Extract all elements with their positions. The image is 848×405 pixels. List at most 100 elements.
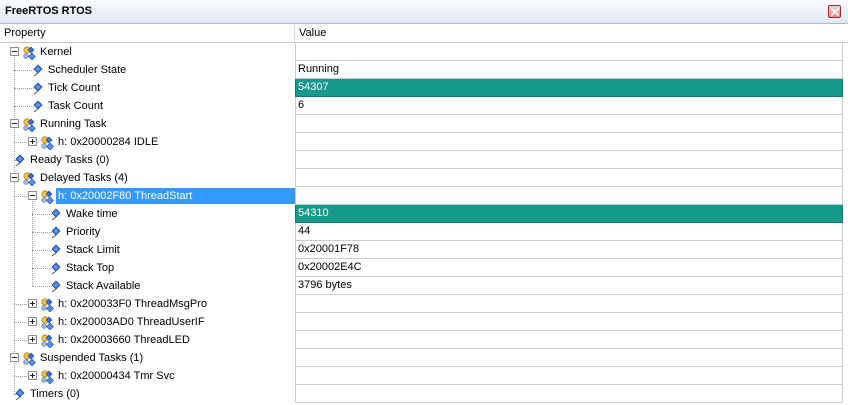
group-icon bbox=[40, 332, 56, 349]
window-title: FreeRTOS RTOS bbox=[5, 5, 93, 17]
property-icon bbox=[48, 206, 64, 222]
value-cell[interactable] bbox=[295, 385, 843, 403]
tree-property-row[interactable]: Tick Count 54307 bbox=[0, 79, 848, 97]
property-label[interactable]: h: 0x20000284 IDLE bbox=[56, 134, 160, 150]
property-cell: h: 0x20000434 Tmr Svc bbox=[0, 367, 295, 385]
tree-group-row[interactable]: Delayed Tasks (4) bbox=[0, 169, 848, 187]
property-cell: Wake time bbox=[0, 205, 295, 223]
value-cell[interactable]: 44 bbox=[295, 223, 843, 241]
tree-group-row[interactable]: h: 0x20000284 IDLE bbox=[0, 133, 848, 151]
tree-property-row[interactable]: Stack Available 3796 bytes bbox=[0, 277, 848, 295]
value-cell[interactable] bbox=[295, 367, 843, 385]
property-icon bbox=[48, 224, 64, 240]
property-label[interactable]: Kernel bbox=[38, 44, 74, 60]
value-cell[interactable] bbox=[295, 43, 843, 61]
property-label[interactable]: h: 0x20002F80 ThreadStart bbox=[56, 188, 295, 204]
value-cell[interactable] bbox=[295, 169, 843, 187]
tree-group-row[interactable]: h: 0x20003660 ThreadLED bbox=[0, 331, 848, 349]
group-icon bbox=[22, 44, 38, 61]
property-label[interactable]: h: 0x200033F0 ThreadMsgPro bbox=[56, 296, 209, 312]
value-cell[interactable] bbox=[295, 331, 843, 349]
value-cell[interactable]: 6 bbox=[295, 97, 843, 115]
collapse-toggle[interactable] bbox=[10, 119, 19, 128]
value-cell[interactable] bbox=[295, 313, 843, 331]
tree-property-row[interactable]: Ready Tasks (0) bbox=[0, 151, 848, 169]
property-label[interactable]: Suspended Tasks (1) bbox=[38, 350, 145, 366]
title-bar: FreeRTOS RTOS bbox=[0, 0, 848, 24]
tree-group-row[interactable]: h: 0x20003AD0 ThreadUserIF bbox=[0, 313, 848, 331]
property-label[interactable]: Stack Top bbox=[64, 260, 116, 276]
property-cell: h: 0x20000284 IDLE bbox=[0, 133, 295, 151]
value-cell[interactable]: 54307 bbox=[295, 79, 843, 97]
property-label[interactable]: Stack Available bbox=[64, 278, 142, 294]
property-cell: h: 0x20003AD0 ThreadUserIF bbox=[0, 313, 295, 331]
value-cell[interactable] bbox=[295, 151, 843, 169]
tree-property-row[interactable]: Scheduler State Running bbox=[0, 61, 848, 79]
value-cell[interactable] bbox=[295, 349, 843, 367]
property-icon bbox=[12, 152, 28, 168]
close-button[interactable] bbox=[828, 5, 841, 18]
value-cell[interactable]: 0x20002E4C bbox=[295, 259, 843, 277]
property-label[interactable]: Delayed Tasks (4) bbox=[38, 170, 130, 186]
tree-property-row[interactable]: Task Count 6 bbox=[0, 97, 848, 115]
group-icon bbox=[40, 188, 56, 205]
tree-group-row[interactable]: Running Task bbox=[0, 115, 848, 133]
expand-toggle[interactable] bbox=[28, 137, 37, 146]
tree-group-row[interactable]: h: 0x20000434 Tmr Svc bbox=[0, 367, 848, 385]
tree-group-row[interactable]: Kernel bbox=[0, 43, 848, 61]
value-cell[interactable]: Running bbox=[295, 61, 843, 79]
property-label[interactable]: Wake time bbox=[64, 206, 120, 222]
property-label[interactable]: Scheduler State bbox=[46, 62, 128, 78]
tree-group-row[interactable]: h: 0x200033F0 ThreadMsgPro bbox=[0, 295, 848, 313]
column-header-value[interactable]: Value bbox=[295, 24, 848, 42]
value-cell[interactable]: 0x20001F78 bbox=[295, 241, 843, 259]
tree-group-row[interactable]: h: 0x20002F80 ThreadStart bbox=[0, 187, 848, 205]
property-label[interactable]: Tick Count bbox=[46, 80, 102, 96]
expand-toggle[interactable] bbox=[28, 335, 37, 344]
property-icon bbox=[48, 260, 64, 276]
property-cell: Running Task bbox=[0, 115, 295, 133]
property-cell: Task Count bbox=[0, 97, 295, 115]
property-cell: Scheduler State bbox=[0, 61, 295, 79]
value-cell[interactable]: 3796 bytes bbox=[295, 277, 843, 295]
tree-property-row[interactable]: Stack Limit 0x20001F78 bbox=[0, 241, 848, 259]
property-cell: Stack Available bbox=[0, 277, 295, 295]
expand-toggle[interactable] bbox=[28, 299, 37, 308]
property-cell: Tick Count bbox=[0, 79, 295, 97]
property-label[interactable]: Priority bbox=[64, 224, 102, 240]
value-cell[interactable] bbox=[295, 295, 843, 313]
property-cell: Timers (0) bbox=[0, 385, 295, 403]
property-label[interactable]: Task Count bbox=[46, 98, 105, 114]
property-label[interactable]: h: 0x20003660 ThreadLED bbox=[56, 332, 192, 348]
expand-toggle[interactable] bbox=[28, 317, 37, 326]
group-icon bbox=[40, 368, 56, 385]
property-cell: h: 0x200033F0 ThreadMsgPro bbox=[0, 295, 295, 313]
property-label[interactable]: h: 0x20003AD0 ThreadUserIF bbox=[56, 314, 207, 330]
property-label[interactable]: Stack Limit bbox=[64, 242, 122, 258]
collapse-toggle[interactable] bbox=[10, 47, 19, 56]
tree-property-row[interactable]: Priority 44 bbox=[0, 223, 848, 241]
tree-property-row[interactable]: Timers (0) bbox=[0, 385, 848, 403]
group-icon bbox=[22, 350, 38, 367]
collapse-toggle[interactable] bbox=[10, 173, 19, 182]
tree-property-row[interactable]: Wake time 54310 bbox=[0, 205, 848, 223]
property-tree: Kernel Scheduler State Running Tick Count 54… bbox=[0, 43, 848, 403]
property-cell: Kernel bbox=[0, 43, 295, 61]
column-header-property[interactable]: Property bbox=[0, 24, 295, 42]
collapse-toggle[interactable] bbox=[10, 353, 19, 362]
tree-group-row[interactable]: Suspended Tasks (1) bbox=[0, 349, 848, 367]
value-cell[interactable]: 54310 bbox=[295, 205, 843, 223]
property-label[interactable]: h: 0x20000434 Tmr Svc bbox=[56, 368, 177, 384]
property-label[interactable]: Ready Tasks (0) bbox=[28, 152, 111, 168]
expand-toggle[interactable] bbox=[28, 371, 37, 380]
value-cell[interactable] bbox=[295, 115, 843, 133]
collapse-toggle[interactable] bbox=[28, 191, 37, 200]
value-cell[interactable] bbox=[295, 133, 843, 151]
property-cell: Priority bbox=[0, 223, 295, 241]
group-icon bbox=[40, 314, 56, 331]
tree-property-row[interactable]: Stack Top 0x20002E4C bbox=[0, 259, 848, 277]
value-cell[interactable] bbox=[295, 187, 843, 205]
property-cell: h: 0x20002F80 ThreadStart bbox=[0, 187, 295, 205]
property-cell: Stack Limit bbox=[0, 241, 295, 259]
property-label[interactable]: Running Task bbox=[38, 116, 108, 132]
